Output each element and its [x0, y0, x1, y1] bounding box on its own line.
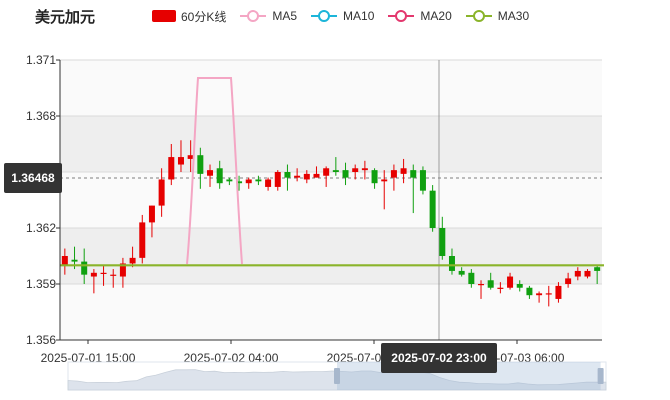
- candle-body: [255, 179, 262, 182]
- candle-body: [584, 270, 591, 277]
- candle-body: [294, 175, 301, 178]
- candle-body: [207, 170, 214, 176]
- candle-body: [448, 256, 455, 271]
- candlestick-chart[interactable]: 1.3561.3591.3621.3651.3681.371 2025-07-0…: [0, 0, 670, 400]
- candle-body: [81, 261, 88, 275]
- candle-body: [361, 168, 368, 171]
- candle-body: [216, 168, 223, 184]
- x-pointer-text: 2025-07-02 23:00: [391, 351, 487, 365]
- candle-body: [526, 287, 533, 296]
- candle-body: [197, 155, 204, 174]
- candle-body: [313, 173, 320, 178]
- candle-body: [429, 190, 436, 228]
- candle-body: [555, 285, 562, 299]
- band: [60, 172, 602, 228]
- candle-body: [419, 170, 426, 191]
- candle-body: [497, 287, 504, 289]
- candle-body: [332, 170, 339, 172]
- candle-body: [487, 280, 494, 288]
- candle-body: [245, 179, 252, 184]
- y-tick-label: 1.368: [26, 109, 56, 123]
- x-pointer-label: 2025-07-02 23:00: [381, 343, 497, 373]
- y-tick-label: 1.356: [26, 333, 56, 347]
- candle-body: [565, 278, 572, 284]
- candle-body: [536, 293, 543, 296]
- candle-body: [148, 205, 155, 223]
- band: [60, 284, 602, 340]
- candle-body: [574, 270, 581, 277]
- candle-body: [274, 172, 281, 187]
- candle-body: [265, 179, 272, 187]
- y-pointer-label: 1.36468: [4, 163, 62, 193]
- datazoom-slider[interactable]: [67, 361, 607, 391]
- candle-body: [129, 257, 136, 264]
- candle-body: [110, 274, 117, 276]
- candle-body: [61, 256, 68, 266]
- candle-body: [168, 157, 175, 180]
- candle-body: [478, 284, 485, 286]
- candle-body: [507, 276, 514, 288]
- candle-body: [439, 228, 446, 256]
- candle-body: [371, 170, 378, 184]
- candle-body: [352, 168, 359, 172]
- candle-body: [303, 173, 310, 180]
- candle-body: [158, 179, 165, 206]
- candle-body: [381, 179, 388, 182]
- candle-body: [284, 172, 291, 178]
- candle-body: [342, 170, 349, 178]
- candle-body: [177, 157, 184, 165]
- candle-body: [90, 272, 97, 277]
- candle-body: [468, 272, 475, 284]
- y-tick-label: 1.371: [26, 53, 56, 67]
- candle-body: [139, 222, 146, 258]
- candle-body: [594, 267, 601, 271]
- candle-body: [71, 259, 78, 262]
- candle-body: [226, 179, 233, 182]
- candle: [419, 166, 426, 195]
- y-tick-label: 1.362: [26, 221, 56, 235]
- candle-body: [400, 168, 407, 174]
- background-bands: [60, 60, 602, 340]
- candle-body: [410, 170, 417, 178]
- slider-left-handle[interactable]: [334, 368, 340, 384]
- slider-right-handle[interactable]: [597, 368, 604, 384]
- y-tick-label: 1.359: [26, 277, 56, 291]
- candle-body: [516, 284, 523, 288]
- candle-body: [323, 168, 330, 176]
- y-axis-labels: 1.3561.3591.3621.3651.3681.371: [26, 53, 56, 347]
- band: [60, 116, 602, 172]
- candle-body: [545, 293, 552, 295]
- candle-body: [458, 270, 465, 275]
- y-pointer-text: 1.36468: [11, 171, 55, 185]
- candle-body: [390, 170, 397, 178]
- candle: [429, 185, 436, 232]
- band: [60, 60, 602, 116]
- candle-body: [100, 272, 107, 274]
